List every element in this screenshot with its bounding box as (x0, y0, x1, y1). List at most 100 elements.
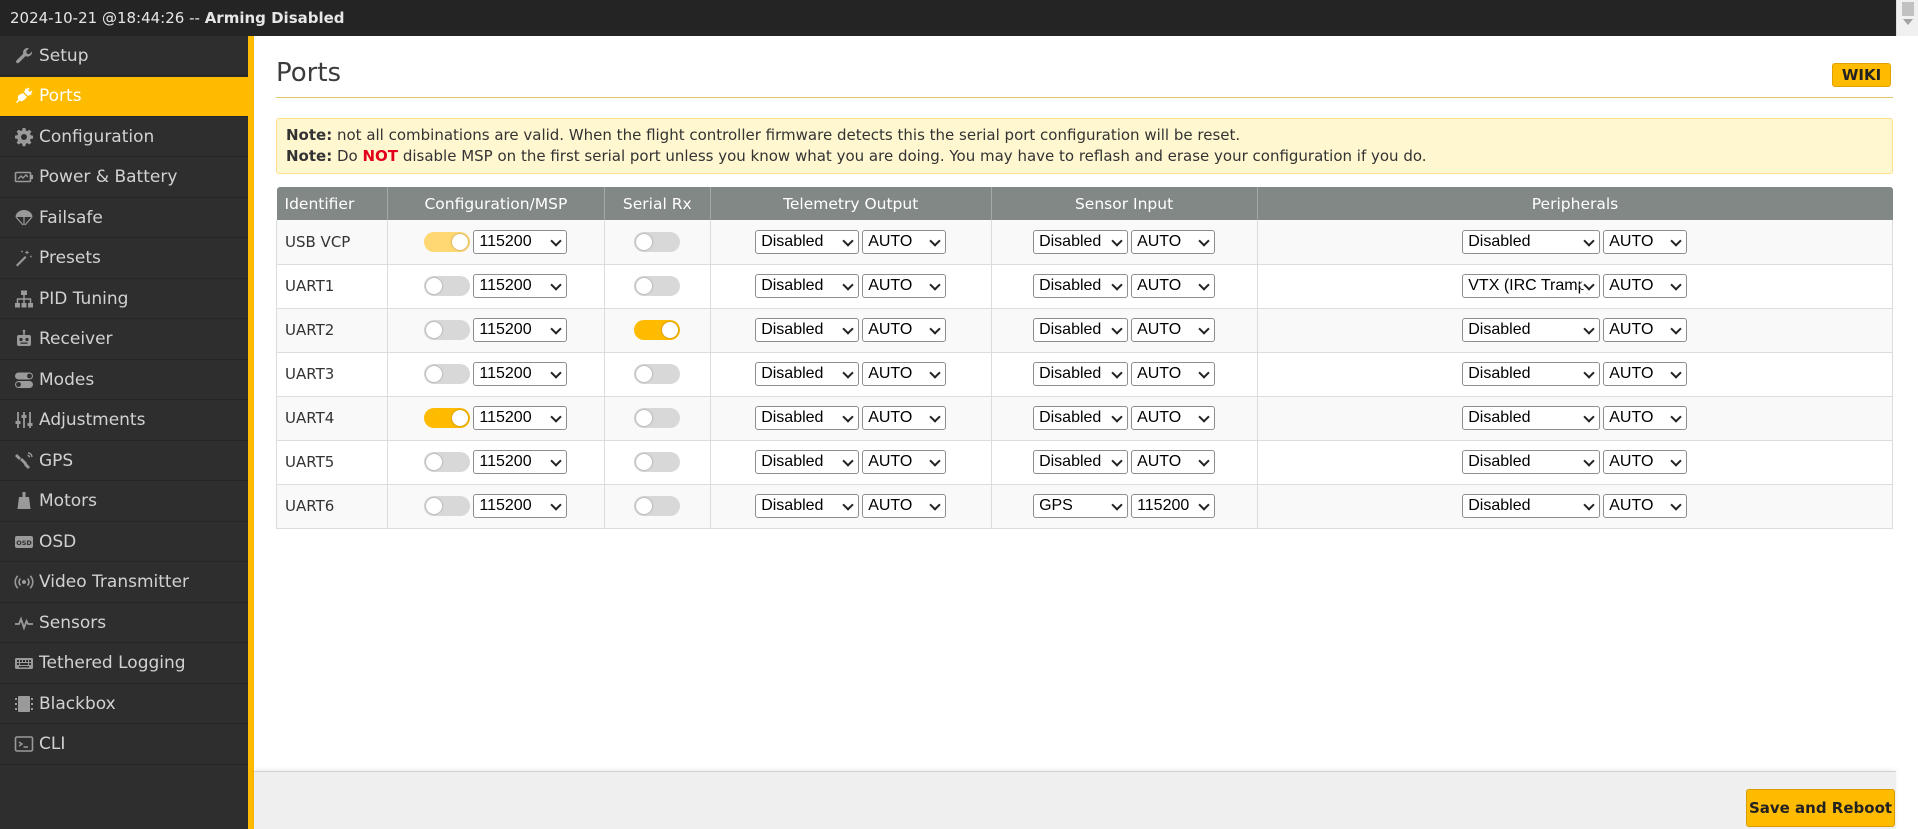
msp-baudrate-select[interactable]: 115200 (473, 494, 568, 518)
peripheral-type-select[interactable]: Disabled (1462, 362, 1601, 386)
peripheral-type-select[interactable]: Disabled (1462, 494, 1601, 518)
sidebar-item-sensors[interactable]: Sensors (0, 603, 248, 643)
msp-toggle[interactable] (424, 364, 471, 384)
telemetry-protocol-select[interactable]: Disabled (755, 362, 860, 386)
sidebar-item-configuration[interactable]: Configuration (0, 117, 248, 157)
serial-rx-toggle[interactable] (634, 276, 681, 296)
msp-baudrate-select[interactable]: 115200 (473, 362, 568, 386)
peripheral-type-select[interactable]: VTX (IRC Tramp) (1462, 274, 1601, 298)
msp-baudrate-select[interactable]: 115200 (473, 229, 568, 254)
peripheral-baudrate-select[interactable]: AUTO (1603, 274, 1688, 298)
wiki-button[interactable]: WIKI (1832, 63, 1891, 87)
select-value: 115200 (1137, 497, 1190, 514)
telemetry-baudrate-select[interactable]: AUTO (862, 362, 947, 386)
msp-baudrate-select[interactable]: 115200 (473, 450, 568, 474)
serial-rx-toggle[interactable] (634, 452, 681, 472)
sensor-baudrate-select[interactable]: AUTO (1131, 406, 1216, 430)
toggle-knob (426, 278, 443, 294)
port-identifier: UART5 (276, 440, 388, 485)
chevron-down-icon (929, 235, 941, 247)
chevron-down-icon (1111, 455, 1123, 467)
sidebar-item-failsafe[interactable]: Failsafe (0, 198, 248, 238)
sidebar-item-setup[interactable]: Setup (0, 36, 248, 76)
serial-rx-toggle[interactable] (634, 364, 681, 384)
telemetry-output-cell: Disabled AUTO (710, 484, 992, 529)
sensor-type-select[interactable]: Disabled (1033, 274, 1129, 298)
serial-rx-toggle[interactable] (634, 496, 681, 516)
osd-icon: OSD (13, 531, 35, 553)
table-row: UART2 115200 Disabled AUTO Disabled AUTO Disab… (276, 308, 1893, 353)
telemetry-protocol-select[interactable]: Disabled (755, 318, 860, 342)
chevron-down-icon (842, 455, 854, 467)
sensor-baudrate-select[interactable]: AUTO (1131, 318, 1216, 342)
window-scrollbar[interactable] (1896, 0, 1918, 36)
sensor-baudrate-select[interactable]: AUTO (1131, 229, 1216, 254)
sensor-baudrate-select[interactable]: 115200 (1131, 494, 1216, 518)
save-and-reboot-button[interactable]: Save and Reboot (1746, 789, 1895, 827)
sidebar-item-tethered-logging[interactable]: Tethered Logging (0, 644, 248, 684)
telemetry-baudrate-select[interactable]: AUTO (862, 318, 947, 342)
msp-toggle[interactable] (424, 496, 471, 516)
sensor-type-select[interactable]: Disabled (1033, 229, 1129, 254)
sidebar-item-video-transmitter[interactable]: Video Transmitter (0, 563, 248, 603)
peripheral-baudrate-select[interactable]: AUTO (1603, 229, 1688, 254)
telemetry-baudrate-select[interactable]: AUTO (862, 229, 947, 254)
parachute-icon (13, 207, 35, 229)
telemetry-protocol-select[interactable]: Disabled (755, 494, 860, 518)
sidebar-item-ports[interactable]: Ports (0, 76, 248, 117)
msp-baudrate-select[interactable]: 115200 (473, 274, 568, 298)
peripheral-type-select[interactable]: Disabled (1462, 229, 1601, 254)
peripheral-baudrate-select[interactable]: AUTO (1603, 494, 1688, 518)
sensor-baudrate-select[interactable]: AUTO (1131, 362, 1216, 386)
sensor-type-select[interactable]: Disabled (1033, 406, 1129, 430)
peripheral-baudrate-select[interactable]: AUTO (1603, 450, 1688, 474)
peripheral-type-select[interactable]: Disabled (1462, 318, 1601, 342)
peripheral-baudrate-select[interactable]: AUTO (1603, 362, 1688, 386)
sidebar-item-modes[interactable]: Modes (0, 360, 248, 400)
sidebar-item-label: CLI (39, 734, 66, 754)
telemetry-baudrate-select[interactable]: AUTO (862, 406, 947, 430)
sidebar-item-cli[interactable]: CLI (0, 725, 248, 765)
peripheral-type-select[interactable]: Disabled (1462, 450, 1601, 474)
telemetry-protocol-select[interactable]: Disabled (755, 450, 860, 474)
chevron-down-icon (1198, 235, 1210, 247)
telemetry-protocol-select[interactable]: Disabled (755, 274, 860, 298)
peripheral-type-select[interactable]: Disabled (1462, 406, 1601, 430)
peripheral-baudrate-select[interactable]: AUTO (1603, 318, 1688, 342)
sensor-baudrate-select[interactable]: AUTO (1131, 274, 1216, 298)
telemetry-baudrate-select[interactable]: AUTO (862, 450, 947, 474)
sidebar-item-gps[interactable]: GPS (0, 441, 248, 481)
msp-toggle[interactable] (424, 408, 471, 428)
select-value: AUTO (1609, 497, 1654, 514)
peripheral-baudrate-select[interactable]: AUTO (1603, 406, 1688, 430)
sidebar-item-motors[interactable]: Motors (0, 482, 248, 522)
scrollbar-thumb[interactable] (1902, 2, 1914, 16)
telemetry-protocol-select[interactable]: Disabled (755, 406, 860, 430)
sensor-type-select[interactable]: Disabled (1033, 318, 1129, 342)
select-value: Disabled (1468, 365, 1531, 382)
serial-rx-toggle[interactable] (634, 231, 681, 252)
telemetry-protocol-select[interactable]: Disabled (755, 229, 860, 254)
sidebar-item-power-and-battery[interactable]: Power & Battery (0, 158, 248, 198)
chevron-down-icon (1670, 279, 1682, 291)
sidebar-item-pid-tuning[interactable]: PID Tuning (0, 279, 248, 319)
sidebar-item-adjustments[interactable]: Adjustments (0, 401, 248, 441)
msp-baudrate-select[interactable]: 115200 (473, 318, 568, 342)
sensor-type-select[interactable]: GPS (1033, 494, 1129, 518)
telemetry-baudrate-select[interactable]: AUTO (862, 494, 947, 518)
sidebar-item-osd[interactable]: OSD OSD (0, 522, 248, 562)
msp-baudrate-select[interactable]: 115200 (473, 406, 568, 430)
sensor-type-select[interactable]: Disabled (1033, 362, 1129, 386)
msp-toggle[interactable] (424, 320, 471, 340)
sensor-type-select[interactable]: Disabled (1033, 450, 1129, 474)
sidebar-item-blackbox[interactable]: Blackbox (0, 684, 248, 724)
scroll-down-arrow-icon[interactable] (1903, 19, 1913, 25)
msp-toggle[interactable] (424, 276, 471, 296)
msp-toggle[interactable] (424, 452, 471, 472)
serial-rx-toggle[interactable] (634, 320, 681, 340)
serial-rx-toggle[interactable] (634, 408, 681, 428)
telemetry-baudrate-select[interactable]: AUTO (862, 274, 947, 298)
sidebar-item-receiver[interactable]: Receiver (0, 320, 248, 360)
sensor-baudrate-select[interactable]: AUTO (1131, 450, 1216, 474)
sidebar-item-presets[interactable]: Presets (0, 239, 248, 279)
